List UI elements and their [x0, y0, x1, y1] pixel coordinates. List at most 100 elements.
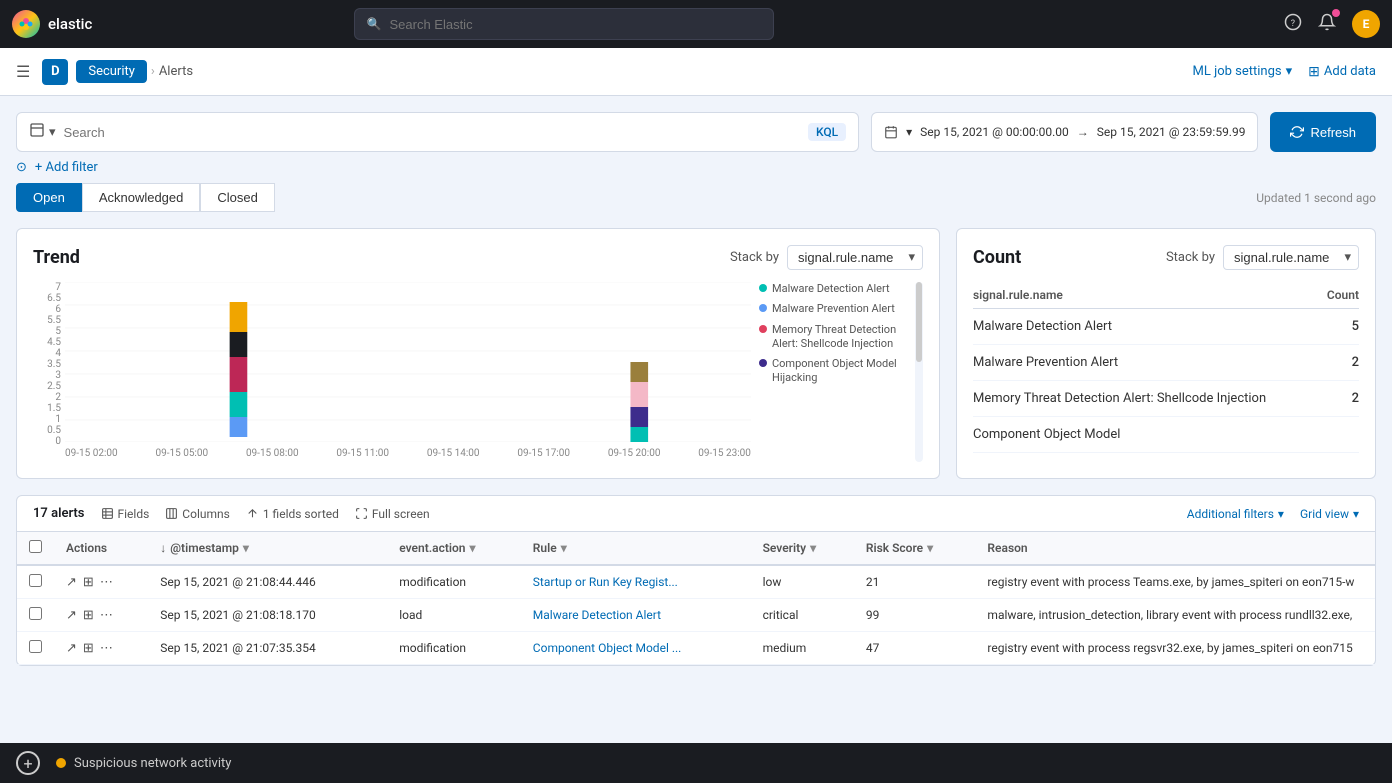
col-rule[interactable]: Rule ▾	[521, 532, 751, 565]
row-2-timestamp: Sep 15, 2021 @ 21:07:35.354	[148, 632, 387, 665]
search-icon: 🔍	[367, 17, 382, 31]
col-timestamp[interactable]: ↓ @timestamp ▾	[148, 532, 387, 565]
count-col-name: signal.rule.name	[973, 288, 1063, 302]
analyze-icon[interactable]: ⊞	[83, 608, 94, 623]
alert-status-dot	[56, 758, 66, 768]
table-toolbar: 17 alerts Fields Columns 1 fields sorted…	[17, 496, 1375, 532]
kql-badge[interactable]: KQL	[808, 123, 846, 141]
row-2-action-icons: ↗ ⊞ ⋯	[66, 641, 136, 656]
col-severity-header[interactable]: Severity ▾	[763, 541, 842, 555]
fullscreen-button[interactable]: Full screen	[355, 507, 430, 521]
filter-expand-icon[interactable]: ▾	[49, 125, 56, 140]
risk-score-sort-icon: ▾	[927, 541, 933, 555]
filter-icon	[29, 122, 45, 142]
more-icon[interactable]: ⋯	[100, 575, 113, 590]
col-event-action[interactable]: event.action ▾	[387, 532, 521, 565]
updated-timestamp: Updated 1 second ago	[1256, 191, 1376, 205]
row-2-checkbox-cell[interactable]	[17, 632, 54, 665]
row-0-checkbox[interactable]	[29, 574, 42, 587]
row-2-rule-link[interactable]: Component Object Model ...	[533, 641, 682, 655]
row-1-timestamp: Sep 15, 2021 @ 21:08:18.170	[148, 599, 387, 632]
row-0-risk-score: 21	[854, 565, 976, 599]
row-0-rule[interactable]: Startup or Run Key Regist...	[521, 565, 751, 599]
top-nav-right: ? E	[1284, 10, 1380, 38]
ml-job-settings-button[interactable]: ML job settings ▾	[1193, 64, 1293, 79]
columns-icon	[165, 507, 178, 520]
trend-stack-by-select[interactable]: signal.rule.name	[787, 245, 923, 270]
alerts-data-table: Actions ↓ @timestamp ▾ event.action	[17, 532, 1375, 665]
count-stack-by-wrapper[interactable]: signal.rule.name	[1223, 245, 1359, 270]
main-content: ▾ KQL ▾ Sep 15, 2021 @ 00:00:00.00 → Sep…	[0, 96, 1392, 682]
rule-sort-icon: ▾	[561, 541, 567, 555]
trend-card-header: Trend Stack by signal.rule.name	[33, 245, 923, 270]
additional-filters-button[interactable]: Additional filters ▾	[1187, 507, 1284, 521]
col-risk-score-header[interactable]: Risk Score ▾	[866, 541, 964, 555]
svg-text:?: ?	[1291, 19, 1295, 29]
expand-icon[interactable]: ↗	[66, 641, 77, 656]
tab-closed[interactable]: Closed	[200, 183, 274, 212]
count-card-header: Count Stack by signal.rule.name	[973, 245, 1359, 270]
notifications-icon[interactable]	[1318, 13, 1336, 35]
more-icon[interactable]: ⋯	[100, 608, 113, 623]
col-event-action-header[interactable]: event.action ▾	[399, 541, 509, 555]
tab-acknowledged[interactable]: Acknowledged	[82, 183, 201, 212]
user-avatar[interactable]: E	[1352, 10, 1380, 38]
row-1-rule-link[interactable]: Malware Detection Alert	[533, 608, 661, 622]
select-all-checkbox[interactable]	[29, 540, 42, 553]
bottom-alert-item: Suspicious network activity	[56, 756, 231, 771]
global-search-input[interactable]	[389, 17, 760, 32]
count-stack-by-select[interactable]: signal.rule.name	[1223, 245, 1359, 270]
row-2-checkbox[interactable]	[29, 640, 42, 653]
col-timestamp-header[interactable]: ↓ @timestamp ▾	[160, 541, 375, 555]
date-range-picker[interactable]: ▾ Sep 15, 2021 @ 00:00:00.00 → Sep 15, 2…	[871, 112, 1258, 152]
row-1-rule[interactable]: Malware Detection Alert	[521, 599, 751, 632]
col-risk-score[interactable]: Risk Score ▾	[854, 532, 976, 565]
breadcrumb-alerts[interactable]: Alerts	[159, 64, 193, 79]
global-search-bar[interactable]: 🔍	[354, 8, 774, 40]
refresh-button[interactable]: Refresh	[1270, 112, 1376, 152]
trend-stack-by-label: Stack by	[730, 250, 779, 265]
expand-icon[interactable]: ↗	[66, 608, 77, 623]
analyze-icon[interactable]: ⊞	[83, 641, 94, 656]
grid-view-button[interactable]: Grid view ▾	[1300, 507, 1359, 521]
trend-chart-svg	[65, 282, 751, 442]
row-0-checkbox-cell[interactable]	[17, 565, 54, 599]
trend-scrollbar[interactable]	[915, 282, 923, 462]
add-data-icon: ⊞	[1308, 64, 1320, 80]
kql-search-input[interactable]	[64, 125, 808, 140]
columns-button[interactable]: Columns	[165, 507, 230, 521]
count-row-1: Malware Prevention Alert 2	[973, 345, 1359, 381]
space-indicator: D	[42, 59, 68, 85]
expand-icon[interactable]: ↗	[66, 575, 77, 590]
analyze-icon[interactable]: ⊞	[83, 575, 94, 590]
sort-button[interactable]: 1 fields sorted	[246, 507, 339, 521]
trend-chart-area: 7 6.5 6 5.5 5 4.5 4 3.5 3 2.5 2 1.5	[33, 282, 751, 462]
count-stack-by-control: Stack by signal.rule.name	[1166, 245, 1359, 270]
sort-icon	[246, 507, 259, 520]
secondary-navigation: ☰ D Security › Alerts ML job settings ▾ …	[0, 48, 1392, 96]
bottom-add-button[interactable]: +	[16, 751, 40, 775]
tab-open[interactable]: Open	[16, 183, 82, 212]
col-severity[interactable]: Severity ▾	[751, 532, 854, 565]
row-2-rule[interactable]: Component Object Model ...	[521, 632, 751, 665]
row-1-severity: critical	[751, 599, 854, 632]
search-filter-bar[interactable]: ▾ KQL	[16, 112, 859, 152]
row-0-rule-link[interactable]: Startup or Run Key Regist...	[533, 575, 678, 589]
table-header-row: Actions ↓ @timestamp ▾ event.action	[17, 532, 1375, 565]
row-1-event-action: load	[387, 599, 521, 632]
add-data-button[interactable]: ⊞ Add data	[1308, 64, 1376, 80]
row-2-actions: ↗ ⊞ ⋯	[54, 632, 148, 665]
trend-scrollbar-thumb[interactable]	[916, 282, 922, 362]
row-1-checkbox[interactable]	[29, 607, 42, 620]
col-rule-header[interactable]: Rule ▾	[533, 541, 739, 555]
elastic-logo[interactable]: elastic	[12, 10, 92, 38]
hamburger-menu-icon[interactable]: ☰	[16, 62, 30, 81]
row-1-checkbox-cell[interactable]	[17, 599, 54, 632]
fields-button[interactable]: Fields	[101, 507, 150, 521]
trend-stack-by-wrapper[interactable]: signal.rule.name	[787, 245, 923, 270]
breadcrumb-security[interactable]: Security	[76, 60, 147, 83]
add-filter-button[interactable]: ⊙ + Add filter	[16, 160, 1376, 175]
more-icon[interactable]: ⋯	[100, 641, 113, 656]
help-icon[interactable]: ?	[1284, 13, 1302, 35]
select-all-checkbox-cell[interactable]	[17, 532, 54, 565]
